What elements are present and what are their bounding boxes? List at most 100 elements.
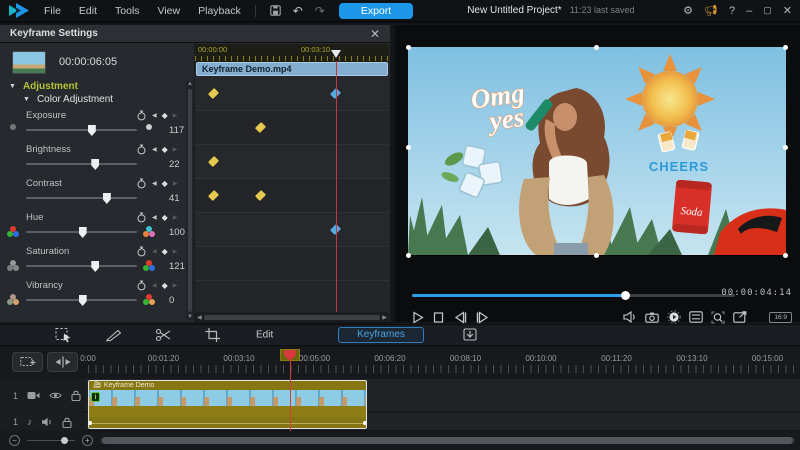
announcement-icon[interactable]: 📢︎	[704, 4, 718, 17]
collapse-triangle-icon[interactable]: ▼	[9, 83, 16, 90]
detach-window-icon[interactable]	[733, 311, 747, 323]
add-keyframe-icon[interactable]: ◆	[162, 281, 168, 290]
undo-icon[interactable]: ↶	[293, 4, 303, 18]
resize-handle[interactable]	[783, 45, 788, 50]
param-slider[interactable]	[24, 191, 139, 205]
split-scissors-icon[interactable]	[155, 328, 172, 343]
close-button[interactable]: ✕	[783, 4, 792, 17]
split-clip-button[interactable]	[47, 352, 78, 372]
slider-thumb[interactable]	[79, 227, 87, 238]
collapse-triangle-icon[interactable]: ▼	[23, 96, 30, 103]
play-button[interactable]	[412, 311, 424, 324]
help-icon[interactable]: ?	[729, 5, 735, 17]
add-keyframe-icon[interactable]: ◆	[162, 247, 168, 256]
save-icon[interactable]	[270, 5, 281, 16]
snapshot-camera-icon[interactable]	[645, 312, 659, 323]
volume-icon[interactable]	[623, 311, 637, 323]
keyframe-horizontal-scrollbar[interactable]: ◀ ▶	[195, 312, 389, 322]
slider-thumb[interactable]	[91, 261, 99, 272]
param-slider[interactable]	[24, 225, 139, 239]
export-frame-icon[interactable]	[462, 328, 478, 342]
aspect-ratio-badge[interactable]: 16:9	[769, 312, 792, 323]
timeline-zoom-slider[interactable]	[27, 435, 75, 446]
keyframe-diamond[interactable]	[255, 189, 266, 200]
prev-keyframe-icon[interactable]: ◀	[152, 180, 157, 187]
timeline-clip[interactable]: 🎥︎ Keyframe Demo i	[88, 380, 367, 429]
section-color-adjustment[interactable]: ▼ Color Adjustment	[0, 93, 194, 106]
redo-icon[interactable]: ↷	[315, 4, 325, 18]
next-frame-button[interactable]	[476, 311, 490, 324]
scroll-down-icon[interactable]: ▼	[187, 314, 193, 320]
slider-thumb[interactable]	[91, 159, 99, 170]
param-slider[interactable]	[24, 157, 139, 171]
param-slider[interactable]	[24, 259, 139, 273]
resize-handle[interactable]	[783, 253, 788, 258]
timeline-scrollbar-thumb[interactable]	[102, 437, 793, 444]
minimize-button[interactable]: –	[746, 5, 752, 17]
add-to-track-button[interactable]	[12, 352, 43, 372]
keyframe-diamond[interactable]	[208, 155, 219, 166]
previous-frame-button[interactable]	[453, 311, 467, 324]
maximize-button[interactable]: ▢	[763, 5, 772, 16]
keyframe-diamond[interactable]	[255, 121, 266, 132]
tab-keyframes[interactable]: Keyframes	[338, 327, 424, 343]
properties-list-icon[interactable]	[689, 311, 703, 323]
prev-keyframe-icon[interactable]: ◀	[152, 112, 157, 119]
stop-button[interactable]	[433, 311, 444, 324]
panel-close-icon[interactable]: ✕	[370, 28, 380, 40]
clip-trim-handle[interactable]	[88, 421, 92, 425]
stopwatch-icon[interactable]	[136, 144, 147, 155]
menu-edit[interactable]: Edit	[79, 5, 97, 17]
zoom-slider-handle[interactable]	[61, 437, 68, 444]
prev-keyframe-icon[interactable]: ◀	[152, 282, 157, 289]
track-lock-icon[interactable]	[71, 390, 81, 401]
resize-handle[interactable]	[406, 145, 411, 150]
stopwatch-icon[interactable]	[136, 280, 147, 291]
stopwatch-icon[interactable]	[136, 110, 147, 121]
seek-bar[interactable]	[412, 294, 735, 297]
scroll-right-icon[interactable]: ▶	[382, 314, 387, 321]
next-keyframe-icon[interactable]: ▶	[173, 248, 178, 255]
add-keyframe-icon[interactable]: ◆	[162, 179, 168, 188]
kf-playhead-line[interactable]	[336, 61, 337, 312]
zoom-in-button[interactable]: +	[82, 435, 93, 446]
settings-gear-icon[interactable]: ⚙	[683, 4, 693, 17]
param-slider[interactable]	[24, 293, 139, 307]
keyframe-diamond[interactable]	[208, 87, 219, 98]
track-lock-icon[interactable]	[62, 417, 72, 428]
zoom-search-icon[interactable]	[711, 311, 725, 324]
tab-edit[interactable]: Edit	[256, 330, 273, 341]
prev-keyframe-icon[interactable]: ◀	[152, 248, 157, 255]
render-preview-icon[interactable]	[667, 310, 681, 324]
next-keyframe-icon[interactable]: ▶	[173, 282, 178, 289]
next-keyframe-icon[interactable]: ▶	[173, 146, 178, 153]
resize-handle[interactable]	[594, 45, 599, 50]
param-slider[interactable]	[24, 123, 139, 137]
stopwatch-icon[interactable]	[136, 246, 147, 257]
stopwatch-icon[interactable]	[136, 178, 147, 189]
slider-thumb[interactable]	[79, 295, 87, 306]
video-preview[interactable]: Omg yes	[408, 47, 786, 256]
settings-vertical-scrollbar[interactable]: ▲ ▼	[186, 81, 194, 320]
scroll-up-icon[interactable]: ▲	[187, 81, 193, 87]
add-keyframe-icon[interactable]: ◆	[162, 111, 168, 120]
add-keyframe-icon[interactable]: ◆	[162, 213, 168, 222]
section-adjustment[interactable]: ▼ Adjustment	[0, 80, 194, 93]
prev-keyframe-icon[interactable]: ◀	[152, 214, 157, 221]
select-tool-icon[interactable]	[55, 328, 72, 343]
timeline-playhead-line[interactable]	[290, 356, 291, 431]
pen-tool-icon[interactable]	[105, 328, 123, 342]
slider-thumb[interactable]	[88, 125, 96, 136]
prev-keyframe-icon[interactable]: ◀	[152, 146, 157, 153]
stopwatch-icon[interactable]	[136, 212, 147, 223]
crop-tool-icon[interactable]	[205, 328, 221, 343]
timeline-ruler-ticks[interactable]	[88, 365, 796, 373]
menu-playback[interactable]: Playback	[198, 5, 241, 17]
menu-tools[interactable]: Tools	[115, 5, 140, 17]
keyframe-clip-bar[interactable]: Keyframe Demo.mp4	[196, 62, 388, 76]
next-keyframe-icon[interactable]: ▶	[173, 180, 178, 187]
kf-playhead-marker[interactable]	[331, 50, 341, 58]
resize-handle[interactable]	[783, 145, 788, 150]
clip-info-badge[interactable]: i	[91, 392, 100, 402]
resize-handle[interactable]	[594, 253, 599, 258]
